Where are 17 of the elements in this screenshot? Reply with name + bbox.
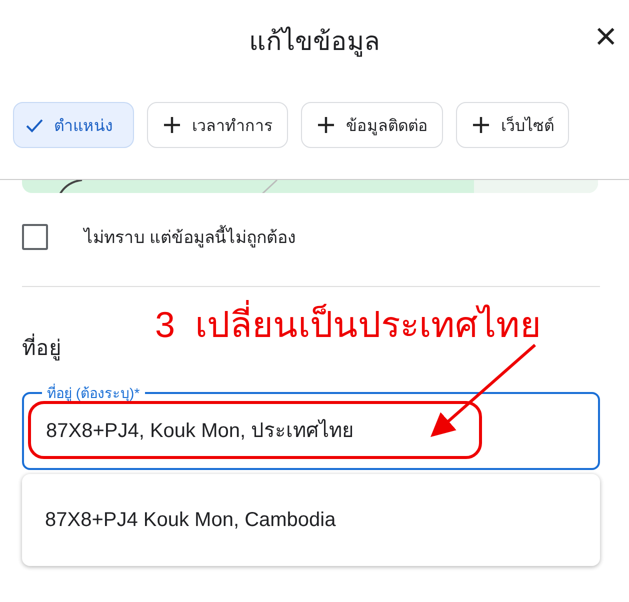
field-label: ที่อยู่ (ต้องระบุ)* [46, 382, 141, 403]
plus-icon [162, 115, 182, 135]
plus-icon [316, 115, 336, 135]
address-field[interactable]: ที่อยู่ (ต้องระบุ)* 87X8+PJ4, Kouk Mon, ประเทศไทย [22, 382, 600, 470]
chip[interactable]: เวลาทำการ [147, 102, 288, 148]
checkbox[interactable] [22, 224, 48, 250]
chip[interactable]: ข้อมูลติดต่อ [301, 102, 443, 148]
section-heading: ที่อยู่ [22, 331, 61, 361]
close-button[interactable]: × [590, 18, 621, 56]
chip[interactable]: ตำแหน่ง [13, 102, 134, 148]
field-value: 87X8+PJ4, Kouk Mon, ประเทศไทย [46, 418, 354, 444]
annotation-text: 3 เปลี่ยนเป็นประเทศไทย [155, 296, 542, 353]
suggestion-item[interactable]: 87X8+PJ4 Kouk Mon, Cambodia [22, 508, 336, 532]
dialog-title: แก้ไขข้อมูล [249, 24, 380, 59]
checkbox-label: ไม่ทราบ แต่ข้อมูลนี้ไม่ถูกต้อง [84, 223, 296, 250]
chip[interactable]: เว็บไซต์ [456, 102, 569, 148]
plus-icon [471, 115, 491, 135]
